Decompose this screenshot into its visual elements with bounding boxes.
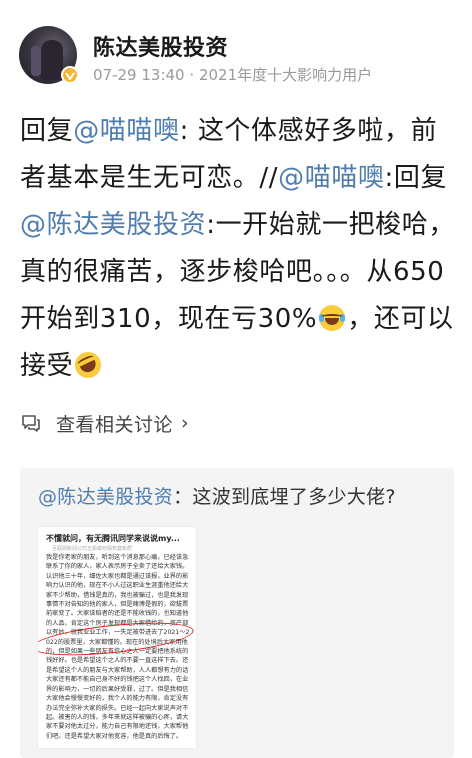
- related-discussion-label: 查看相关讨论: [56, 413, 174, 436]
- repost-content: ：这波到底埋了多少大佬?: [173, 486, 396, 508]
- post-meta: 07-29 13:40 · 2021年度十大影响力用户: [93, 64, 372, 85]
- avatar-figure: [41, 40, 63, 80]
- honor-label[interactable]: 2021年度十大影响力用户: [199, 66, 372, 84]
- mention-link[interactable]: @喵喵噢: [278, 163, 384, 193]
- meta-separator: ·: [189, 66, 195, 84]
- image-title: 不懂就问，有无腾讯同学来说说my...: [46, 534, 180, 543]
- post-header: 陈达美股投资 07-29 13:40 · 2021年度十大影响力用户: [0, 0, 472, 100]
- laughing-tears-emoji-icon: [319, 305, 346, 331]
- post-date: 07-29 13:40: [93, 66, 185, 84]
- mention-link[interactable]: @陈达美股投资: [20, 210, 206, 240]
- repost-mention-link[interactable]: @陈达美股投资: [38, 486, 173, 508]
- chevron-right-icon: ›: [181, 412, 189, 434]
- post-body: 回复@喵喵噢: 这个体感好多啦，前者基本是生无可恋。//@喵喵噢:回复@陈达美股…: [20, 108, 456, 390]
- post-text-segment: 回复: [20, 116, 74, 146]
- rolling-laugh-emoji-icon: [70, 347, 106, 383]
- related-discussion-link[interactable]: 查看相关讨论 ›: [20, 408, 189, 438]
- repost-image[interactable]: 不懂就问，有无腾讯同学来说说my... 互联网新闻公司五颜缤纷隔热套新质 我是你…: [38, 527, 196, 748]
- image-subtitle: 互联网新闻公司五颜缤纷隔热套新质: [52, 546, 133, 552]
- avatar-figure-left: [31, 46, 41, 76]
- mention-link[interactable]: @喵喵噢: [73, 116, 179, 146]
- post-text-segment: :回复: [384, 163, 448, 193]
- repost-text: @陈达美股投资：这波到底埋了多少大佬?: [38, 482, 396, 509]
- verified-badge-icon: [61, 66, 79, 84]
- username[interactable]: 陈达美股投资: [93, 30, 228, 62]
- comment-discussion-icon: [22, 415, 40, 432]
